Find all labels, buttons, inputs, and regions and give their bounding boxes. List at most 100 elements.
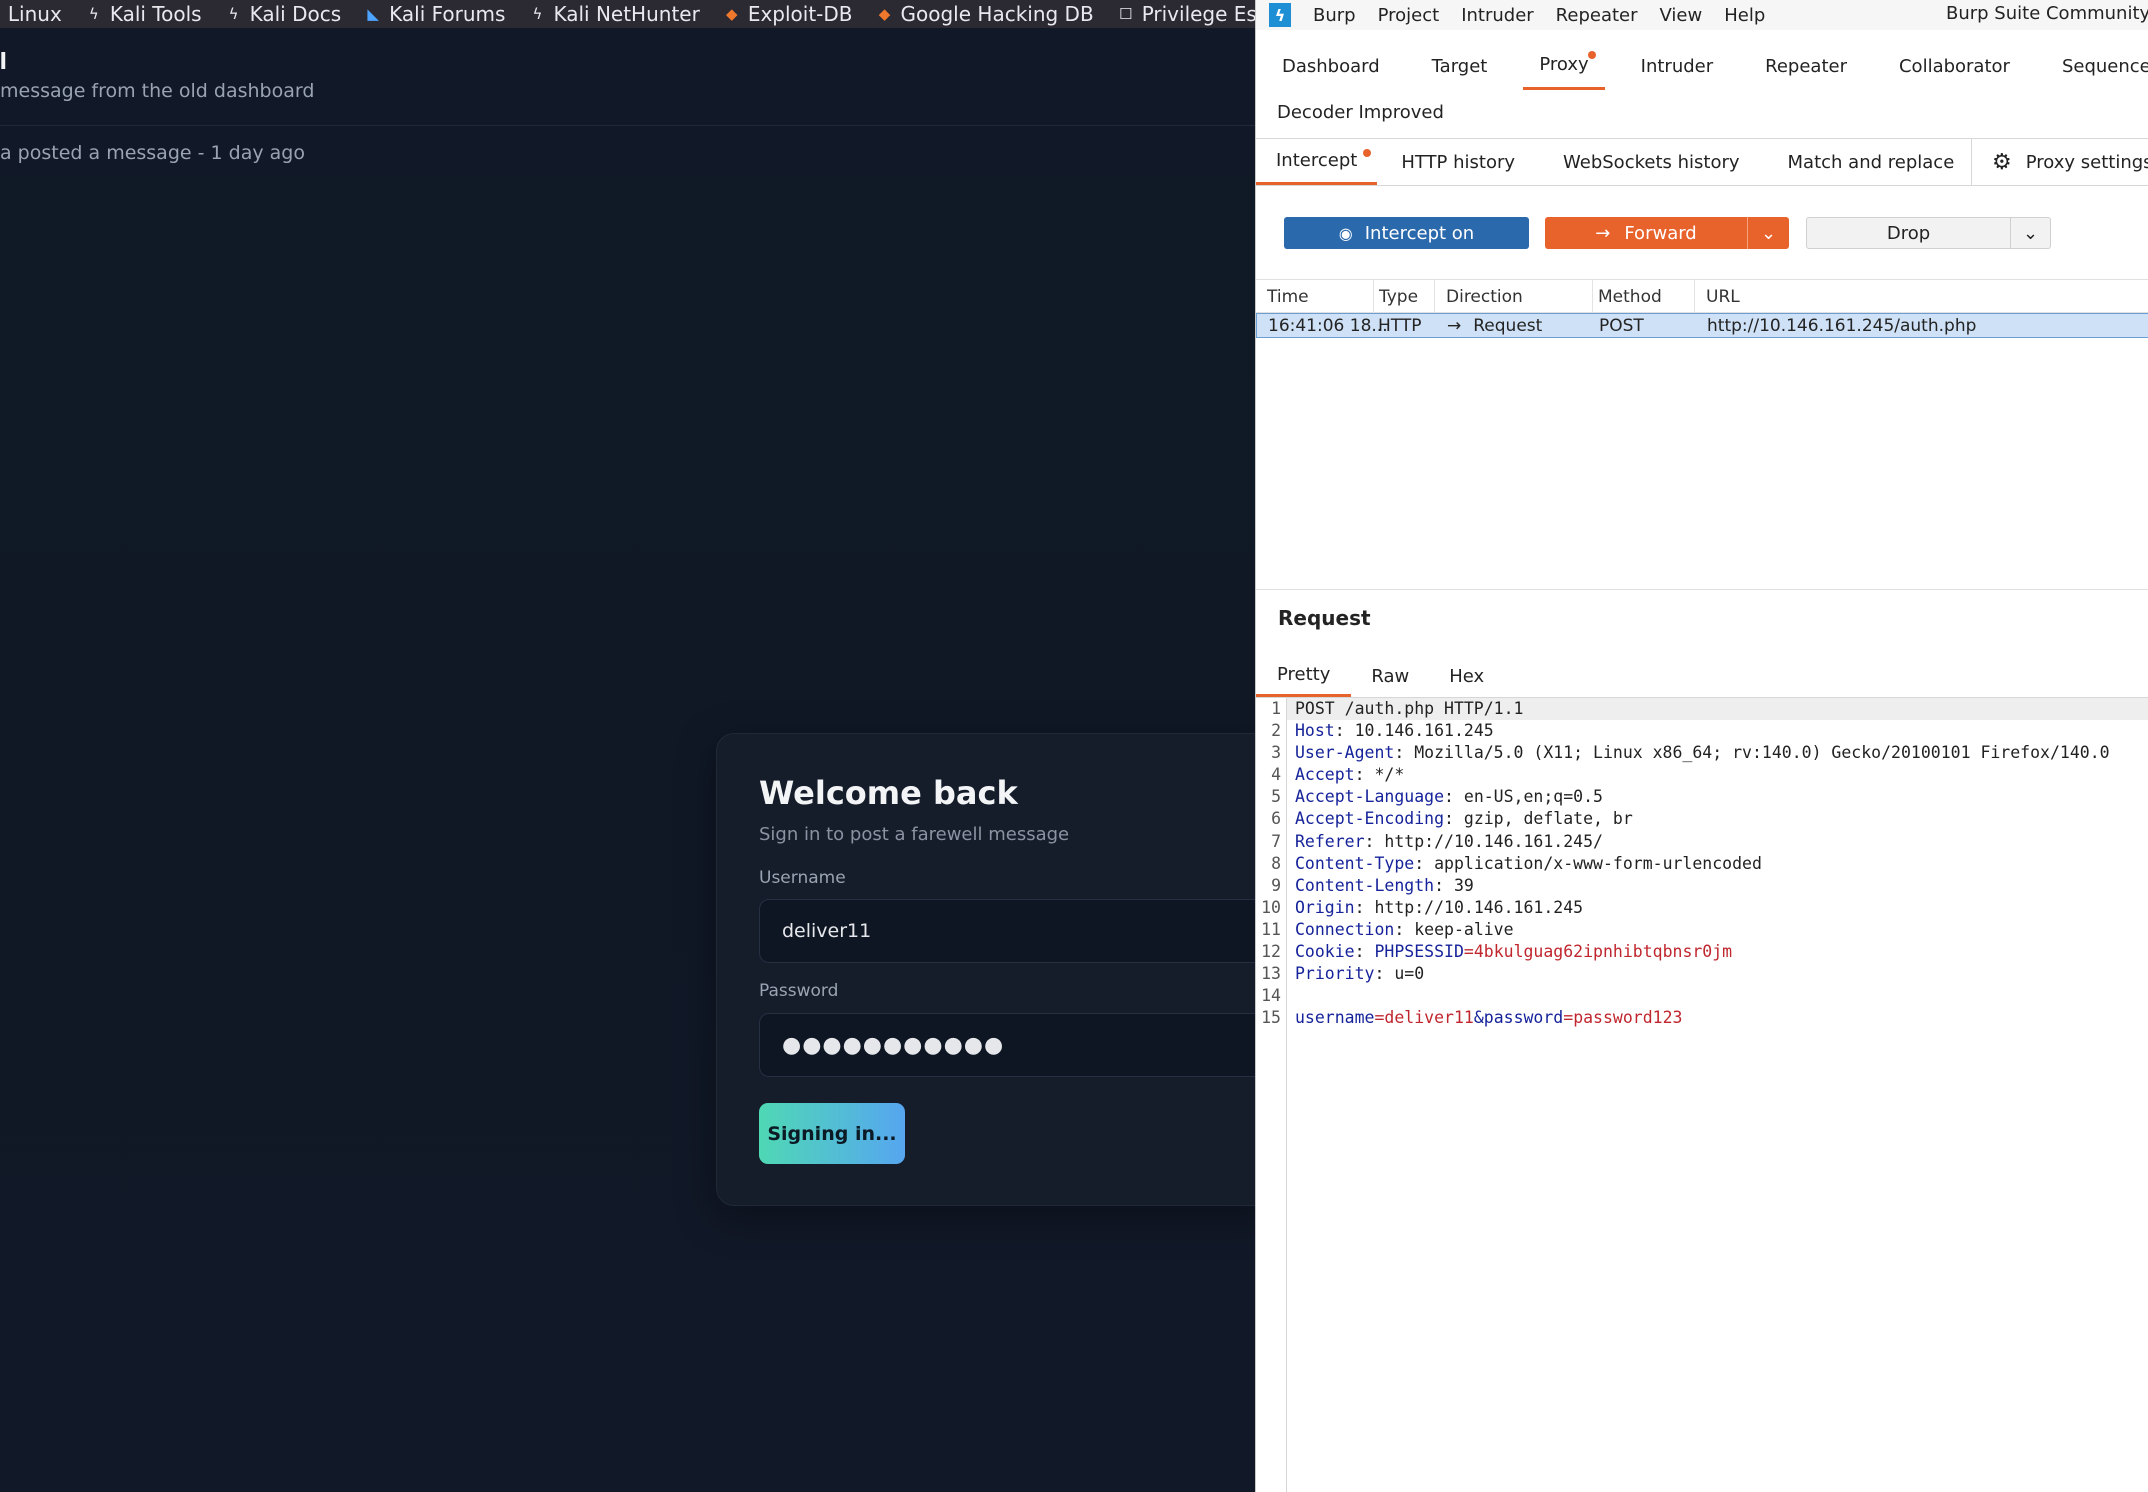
bookmark-kali-linux[interactable]: i Linux [0, 2, 62, 26]
header-divider [0, 125, 1255, 126]
col-time[interactable]: Time [1256, 280, 1374, 314]
exploit-db-icon: ◆ [878, 5, 891, 23]
menu-help[interactable]: Help [1724, 5, 1765, 26]
bookmark-kali-docs[interactable]: ϟ Kali Docs [224, 2, 342, 26]
header-value: : */* [1354, 765, 1405, 785]
col-type[interactable]: Type [1374, 280, 1435, 314]
cell-time: 16:41:06 18... [1268, 315, 1388, 336]
cell-direction: → Request [1436, 314, 1542, 337]
bookmark-kali-nethunter[interactable]: ϟ Kali NetHunter [527, 2, 700, 26]
header-key: Accept-Language [1295, 787, 1445, 807]
drop-button[interactable]: Drop [1806, 217, 2011, 249]
subtab-match-and-replace[interactable]: Match and replace [1788, 139, 1955, 185]
bookmark-kali-forums[interactable]: ◣ Kali Forums [363, 2, 505, 26]
sign-in-button[interactable]: Signing in... [759, 1103, 905, 1164]
tab-raw[interactable]: Raw [1371, 655, 1409, 697]
request-editor[interactable]: 1 2 3 4 5 6 7 8 9 10 11 12 13 14 15 POST… [1256, 698, 2148, 1492]
request-panel-title: Request [1278, 606, 1371, 630]
bookmark-google-hacking-db[interactable]: ◆ Google Hacking DB [875, 2, 1094, 26]
tab-hex[interactable]: Hex [1449, 655, 1484, 697]
menu-burp[interactable]: Burp [1313, 5, 1356, 26]
subtabs-divider [1256, 185, 2148, 186]
line-number: 6 [1271, 809, 1281, 829]
tab-proxy-label: Proxy [1539, 54, 1589, 75]
burp-suite-window: ϟ Burp Project Intruder Repeater View He… [1255, 0, 2148, 1492]
bookmark-exploit-db[interactable]: ◆ Exploit-DB [722, 2, 852, 26]
arrow-right-icon: → [1447, 315, 1462, 336]
tab-collaborator[interactable]: Collaborator [1899, 42, 2010, 90]
tab-target[interactable]: Target [1432, 42, 1488, 90]
line-number: 10 [1261, 897, 1281, 917]
request-line: POST /auth.php HTTP/1.1 [1287, 698, 2148, 721]
tab-intruder[interactable]: Intruder [1641, 42, 1713, 90]
forward-button[interactable]: → Forward [1545, 217, 1748, 249]
header-value: : keep-alive [1394, 919, 1514, 939]
col-direction[interactable]: Direction [1435, 280, 1593, 314]
bookmarks-toolbar: i Linux ϟ Kali Tools ϟ Kali Docs ◣ Kali For… [0, 0, 1255, 28]
line-number: 12 [1261, 942, 1281, 962]
request-tabs: Pretty Raw Hex [1256, 655, 1504, 697]
header-separator: : [1354, 942, 1375, 962]
username-field[interactable]: deliver11 [759, 899, 1255, 963]
header-key: Origin [1295, 897, 1355, 917]
table-row[interactable]: 16:41:06 18... HTTP → Request POST http:/… [1256, 313, 2148, 338]
bookmark-privilege-escalation[interactable]: ☐ Privilege Escal [1116, 2, 1255, 26]
header-key: Content-Type [1295, 853, 1415, 873]
param-key: username [1295, 1008, 1375, 1028]
notification-dot-icon [1587, 51, 1596, 59]
line-number: 13 [1261, 964, 1281, 984]
line-number: 7 [1271, 831, 1281, 851]
bookmark-kali-tools[interactable]: ϟ Kali Tools [84, 2, 202, 26]
gear-icon: ⚙ [1992, 149, 2012, 175]
tab-pretty[interactable]: Pretty [1256, 655, 1352, 697]
kali-dragon-icon: ϟ [88, 5, 99, 23]
drop-dropdown-button[interactable]: ⌄ [2011, 217, 2051, 249]
line-number: 5 [1271, 787, 1281, 807]
menu-project[interactable]: Project [1378, 5, 1440, 26]
header-line-origin: Origin: http://10.146.161.245 [1295, 897, 2148, 919]
line-number: 2 [1271, 721, 1281, 741]
tab-dashboard[interactable]: Dashboard [1282, 42, 1380, 90]
username-label: Username [759, 868, 846, 888]
cell-url: http://10.146.161.245/auth.php [1707, 315, 1977, 336]
intercept-toggle-button[interactable]: ◉ Intercept on [1284, 217, 1529, 249]
header-key: Host [1295, 721, 1335, 741]
header-line-accept-language: Accept-Language: en-US,en;q=0.5 [1295, 786, 2148, 808]
panel-divider [1256, 589, 2148, 590]
menu-repeater[interactable]: Repeater [1556, 5, 1638, 26]
activity-line: a posted a message - 1 day ago [0, 142, 305, 164]
param-separator: & [1473, 1008, 1484, 1028]
menu-intruder[interactable]: Intruder [1461, 5, 1533, 26]
subtab-http-history[interactable]: HTTP history [1401, 139, 1515, 185]
tab-decoder-improved[interactable]: Decoder Improved [1277, 102, 1444, 123]
tab-repeater[interactable]: Repeater [1765, 42, 1847, 90]
request-code: POST /auth.php HTTP/1.1 Host: 10.146.161… [1287, 698, 2148, 1029]
line-number: 1 [1271, 699, 1281, 718]
header-value: : application/x-www-form-urlencoded [1414, 853, 1762, 873]
login-card: Welcome back Sign in to post a farewell … [716, 733, 1255, 1206]
header-line-accept: Accept: */* [1295, 764, 2148, 786]
tab-sequencer[interactable]: Sequencer [2062, 42, 2148, 90]
exploit-db-icon: ◆ [726, 5, 738, 23]
header-key: Accept [1295, 765, 1355, 785]
login-subheading: Sign in to post a farewell message [759, 824, 1070, 845]
tab-proxy[interactable]: Proxy [1523, 42, 1605, 90]
forward-dropdown-button[interactable]: ⌄ [1748, 217, 1789, 249]
subtab-intercept[interactable]: Intercept [1256, 139, 1378, 185]
col-method[interactable]: Method [1593, 280, 1695, 314]
request-body-line: username=deliver11&password=password123 [1295, 1007, 2148, 1029]
password-field[interactable]: ●●●●●●●●●●● [759, 1013, 1255, 1077]
subtab-websockets-history[interactable]: WebSockets history [1563, 139, 1740, 185]
header-key: Connection [1295, 919, 1395, 939]
login-heading: Welcome back [759, 774, 1018, 812]
proxy-settings-button[interactable]: ⚙ Proxy settings [1971, 139, 2148, 185]
bookmark-label: Kali Docs [249, 2, 342, 26]
param-key: password [1483, 1008, 1564, 1028]
header-line-cookie: Cookie: PHPSESSID=4bkulguag62ipnhibtqbns… [1295, 941, 2148, 963]
menu-view[interactable]: View [1660, 5, 1703, 26]
proxy-settings-label: Proxy settings [2025, 151, 2148, 173]
header-key: Priority [1295, 964, 1375, 984]
header-line-content-length: Content-Length: 39 [1295, 875, 2148, 897]
header-value: : gzip, deflate, br [1444, 809, 1633, 829]
col-url[interactable]: URL [1695, 280, 2148, 314]
